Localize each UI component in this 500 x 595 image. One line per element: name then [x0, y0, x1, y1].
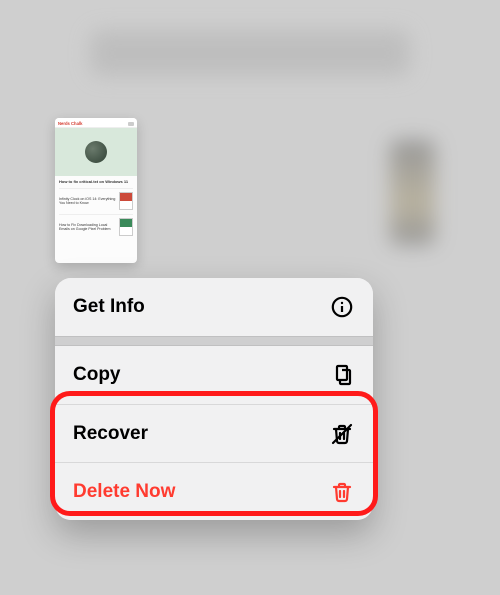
menu-label: Delete Now [73, 481, 175, 503]
trash-icon [329, 479, 355, 505]
menu-label: Get Info [73, 296, 145, 318]
menu-item-recover[interactable]: Recover [55, 404, 373, 462]
thumb-hero [55, 128, 137, 176]
thumb-row-text: Infinity Clock on iOS 14: Everything You… [59, 197, 116, 206]
thumb-body: How to fix critical.txt on Windows 11 In… [55, 176, 137, 239]
thumb-headline: How to fix critical.txt on Windows 11 [59, 179, 133, 184]
copy-icon [329, 362, 355, 388]
context-menu: Get Info Copy Recover [55, 278, 373, 520]
thumb-brand: Nerds Chalk [58, 121, 82, 126]
thumb-row-text: How to Fix Downloading Local Emails on G… [59, 223, 116, 232]
menu-label: Copy [73, 364, 121, 386]
menu-separator [55, 336, 373, 346]
menu-item-copy[interactable]: Copy [55, 346, 373, 404]
menu-label: Recover [73, 423, 148, 445]
thumb-topbar: Nerds Chalk [55, 118, 137, 128]
menu-item-delete-now[interactable]: Delete Now [55, 462, 373, 520]
recover-icon [329, 421, 355, 447]
info-icon [329, 294, 355, 320]
menu-item-get-info[interactable]: Get Info [55, 278, 373, 336]
file-thumbnail[interactable]: Nerds Chalk How to fix critical.txt on W… [55, 118, 137, 263]
